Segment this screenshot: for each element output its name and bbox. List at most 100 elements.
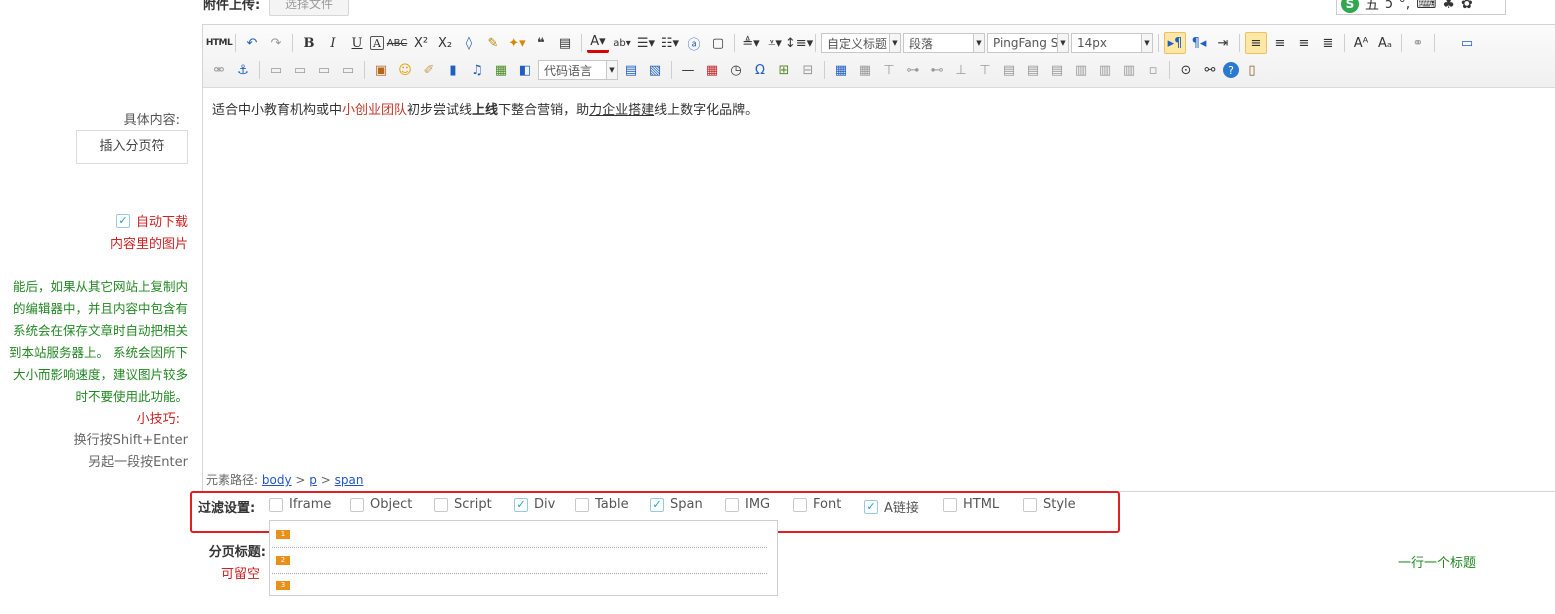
wordimage-icon[interactable]: ⊟ <box>797 59 819 81</box>
link-icon[interactable]: ⚭ <box>1407 32 1429 54</box>
paragraph-select[interactable]: 段落 ▼ <box>903 33 985 53</box>
checkbox-unchecked[interactable] <box>725 497 739 512</box>
ime-keyboard-icon[interactable]: ⌨ <box>1416 0 1436 12</box>
checkbox-unchecked[interactable] <box>793 497 807 512</box>
help-icon[interactable]: ? <box>1223 62 1239 78</box>
font-border-icon[interactable]: A <box>370 36 384 50</box>
insert-video-icon[interactable]: ▮ <box>442 59 464 81</box>
split-rows-icon[interactable]: ▥ <box>1094 59 1116 81</box>
music-icon[interactable]: ♫ <box>466 59 488 81</box>
row-spacing-bottom-icon[interactable]: ⩡▾ <box>764 32 786 54</box>
insert-paragraph-before-table-icon[interactable]: ⊤ <box>878 59 900 81</box>
auto-download-option[interactable]: ✓ 自动下载 <box>100 211 188 230</box>
filter-div[interactable]: ✓ Div <box>514 497 555 512</box>
filter-html[interactable]: HTML <box>943 497 999 512</box>
uppercase-icon[interactable]: Aᴬ <box>1350 32 1372 54</box>
anchor-icon[interactable]: ⚓ <box>232 59 254 81</box>
undo-icon[interactable]: ↶ <box>241 32 263 54</box>
unordered-list-icon[interactable]: ☷▾ <box>659 32 681 54</box>
checkbox-checked[interactable]: ✓ <box>514 497 528 512</box>
align-right-icon[interactable]: ≡ <box>1293 32 1315 54</box>
select-all-icon[interactable]: ⓐ <box>683 32 705 54</box>
unlink-icon[interactable]: ⚮ <box>208 59 230 81</box>
ime-skin-icon[interactable]: ♣ <box>1442 0 1455 12</box>
horizontal-rule-icon[interactable]: — <box>677 59 699 81</box>
subscript-icon[interactable]: X₂ <box>434 32 456 54</box>
delete-table-icon[interactable]: ▦ <box>854 59 876 81</box>
path-p-link[interactable]: p <box>309 473 317 487</box>
ime-item-punct[interactable]: °, <box>1399 0 1410 12</box>
checkbox-unchecked[interactable] <box>434 497 448 512</box>
align-left-icon[interactable]: ≡ <box>1245 32 1267 54</box>
image-center-icon[interactable]: ▭ <box>337 59 359 81</box>
filter-span[interactable]: ✓ Span <box>650 497 703 512</box>
delete-row-icon[interactable]: ⊷ <box>926 59 948 81</box>
split-cols-icon[interactable]: ▥ <box>1118 59 1140 81</box>
ordered-list-icon[interactable]: ☰▾ <box>635 32 657 54</box>
ime-item-moon[interactable]: ↄ <box>1385 0 1393 12</box>
background-icon[interactable]: ▧ <box>644 59 666 81</box>
insert-pagebreak-button[interactable]: 插入分页符 <box>76 130 188 164</box>
redo-icon[interactable]: ↷ <box>265 32 287 54</box>
blockquote-icon[interactable]: ❝ <box>530 32 552 54</box>
editor-content[interactable]: 适合中小教育机构或中小创业团队初步尝试线上线下整合营销，助力企业搭建线上数字化品… <box>212 99 758 118</box>
image-right-icon[interactable]: ▭ <box>313 59 335 81</box>
checkbox-unchecked[interactable] <box>575 497 589 512</box>
paste-text-icon[interactable]: ▤ <box>554 32 576 54</box>
page-title-textarea[interactable]: 1 2 3 <box>269 520 778 596</box>
filter-iframe[interactable]: Iframe <box>269 497 331 512</box>
merge-cells-icon[interactable]: ▤ <box>998 59 1020 81</box>
attachment-icon[interactable]: ▦ <box>490 59 512 81</box>
font-size-select[interactable]: 14px ▼ <box>1071 33 1153 53</box>
rtl-icon[interactable]: ¶◂ <box>1188 32 1210 54</box>
merge-right-icon[interactable]: ▤ <box>1022 59 1044 81</box>
checkbox-unchecked[interactable] <box>1023 497 1037 512</box>
checkbox-unchecked[interactable] <box>943 497 957 512</box>
filter-script[interactable]: Script <box>434 497 492 512</box>
choose-file-button[interactable]: 选择文件 <box>269 0 349 16</box>
filter-img[interactable]: IMG <box>725 497 770 512</box>
special-chars-icon[interactable]: Ω <box>749 59 771 81</box>
split-cells-icon[interactable]: ▥ <box>1070 59 1092 81</box>
emotion-icon[interactable]: ☺ <box>394 59 416 81</box>
indent-icon[interactable]: ⇥ <box>1212 32 1234 54</box>
clear-doc-icon[interactable]: ▢ <box>707 32 729 54</box>
auto-format-icon[interactable]: ✦▾ <box>506 32 528 54</box>
bold-icon[interactable]: B <box>298 32 320 54</box>
font-family-select[interactable]: PingFang S ▼ <box>987 33 1069 53</box>
line-height-icon[interactable]: ↕≡▾ <box>785 32 813 54</box>
date-icon[interactable]: ▦ <box>701 59 723 81</box>
map-icon[interactable]: ◧ <box>514 59 536 81</box>
filter-table[interactable]: Table <box>575 497 629 512</box>
font-color-icon[interactable]: A▾ <box>587 34 609 53</box>
snapscreen-icon[interactable]: ⊞ <box>773 59 795 81</box>
checkbox-unchecked[interactable] <box>269 497 283 512</box>
superscript-icon[interactable]: X² <box>410 32 432 54</box>
insert-col-icon[interactable]: ⊥ <box>950 59 972 81</box>
html-source-button[interactable]: HTML <box>206 32 233 54</box>
search-replace-icon[interactable]: ⚯ <box>1199 59 1221 81</box>
ime-menu-icon[interactable]: ✿ <box>1461 0 1473 12</box>
scrawl-icon[interactable]: ✐ <box>418 59 440 81</box>
path-span-link[interactable]: span <box>335 473 364 487</box>
format-painter-icon[interactable]: ✎ <box>482 32 504 54</box>
fullscreen-icon[interactable]: ▭ <box>1456 32 1478 54</box>
filter-a-link[interactable]: ✓ A链接 <box>864 497 919 516</box>
ime-item-wubi[interactable]: 五 <box>1365 0 1379 14</box>
filter-object[interactable]: Object <box>350 497 412 512</box>
print-preview-icon[interactable]: ⊙ <box>1175 59 1197 81</box>
insert-row-icon[interactable]: ⊶ <box>902 59 924 81</box>
eraser-icon[interactable]: ◊ <box>458 32 480 54</box>
align-justify-icon[interactable]: ≣ <box>1317 32 1339 54</box>
custom-heading-select[interactable]: 自定义标题 ▼ <box>821 33 901 53</box>
row-spacing-top-icon[interactable]: ≜▾ <box>740 32 762 54</box>
time-icon[interactable]: ◷ <box>725 59 747 81</box>
background-color-icon[interactable]: ab▾ <box>611 32 633 54</box>
lowercase-icon[interactable]: Aₐ <box>1374 32 1396 54</box>
underline-icon[interactable]: U <box>346 32 368 54</box>
checkbox-checked[interactable]: ✓ <box>650 497 664 512</box>
template-icon[interactable]: ▤ <box>620 59 642 81</box>
strikethrough-icon[interactable]: ABC <box>386 32 408 54</box>
chart-icon[interactable]: ▫ <box>1142 59 1164 81</box>
image-none-icon[interactable]: ▭ <box>265 59 287 81</box>
